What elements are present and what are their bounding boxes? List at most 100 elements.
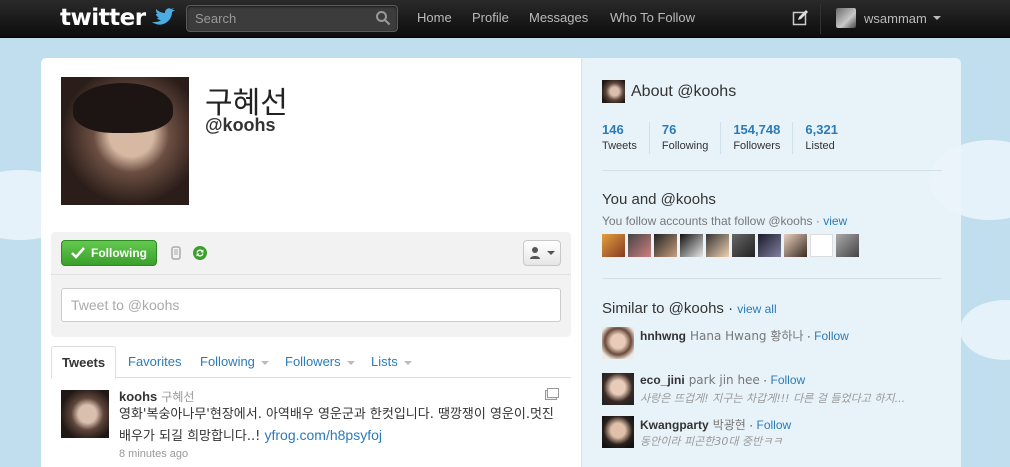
person-icon — [529, 247, 540, 259]
avatar — [602, 80, 625, 103]
you-and-title: You and @koohs — [602, 191, 716, 208]
top-navigation-bar: twitter Home Profile Messages Who To Fol… — [0, 0, 1010, 38]
following-button-label: Following — [91, 246, 147, 260]
stat-value: 76 — [661, 122, 677, 137]
about-header: About @koohs — [602, 80, 736, 103]
avatar[interactable] — [758, 234, 781, 257]
chevron-down-icon — [260, 360, 269, 365]
mutual-followers — [602, 234, 859, 257]
section-divider — [602, 278, 942, 279]
tab-followers-label: Followers — [285, 354, 341, 369]
stat-value: 146 — [602, 122, 624, 137]
similar-title-text: Similar to @koohs — [602, 300, 724, 317]
profile-tabs: Tweets Favorites Following Followers Lis… — [51, 346, 571, 379]
similar-user: Kwangparty 박광현 · Follow 동안이라 피곤한30대 중반ㅋㅋ — [602, 416, 952, 456]
tab-following[interactable]: Following — [200, 346, 269, 378]
profile-panel: 구혜선 @koohs Following Tweets Favorites — [41, 58, 581, 467]
stat-followers[interactable]: 154,748 Followers — [733, 122, 794, 154]
similar-username[interactable]: Kwangparty — [640, 418, 709, 432]
avatar[interactable] — [810, 234, 833, 257]
stat-following[interactable]: 76 Following — [661, 122, 722, 154]
about-title: About @koohs — [631, 82, 737, 100]
similar-username[interactable]: hnhwng — [640, 329, 686, 343]
similar-title: Similar to @koohs · view all — [602, 300, 777, 317]
you-and-view-link[interactable]: view — [823, 214, 847, 228]
avatar[interactable] — [836, 234, 859, 257]
compose-tweet-icon[interactable] — [792, 10, 808, 26]
tab-favorites[interactable]: Favorites — [128, 346, 181, 378]
stat-value: 154,748 — [733, 122, 781, 137]
stat-label: Tweets — [602, 140, 637, 152]
tab-lists[interactable]: Lists — [371, 346, 412, 378]
avatar[interactable] — [602, 416, 634, 448]
similar-user-line: Kwangparty 박광현 · Follow — [640, 418, 792, 432]
tab-following-label: Following — [200, 354, 255, 369]
logo-text: twitter — [60, 5, 146, 31]
avatar[interactable] — [602, 327, 634, 359]
avatar[interactable] — [602, 234, 625, 257]
avatar[interactable] — [680, 234, 703, 257]
avatar[interactable] — [784, 234, 807, 257]
avatar[interactable] — [602, 373, 634, 405]
tweet-timestamp[interactable]: 8 minutes ago — [119, 448, 188, 460]
similar-realname: park jin hee — [688, 373, 760, 387]
user-menu[interactable]: wsammam — [836, 8, 941, 28]
avatar[interactable] — [732, 234, 755, 257]
search-box — [186, 5, 398, 32]
section-divider — [602, 170, 942, 171]
similar-snippet: 사랑은 뜨겁게! 지구는 차갑게!!! 다른 걸 들었다고 하지... — [640, 392, 906, 405]
twitter-logo[interactable]: twitter — [60, 5, 176, 31]
search-icon[interactable] — [375, 10, 391, 26]
nav-who-to-follow[interactable]: Who To Follow — [610, 10, 695, 25]
you-and-subtitle: You follow accounts that follow @koohs ·… — [602, 214, 847, 228]
user-actions-button[interactable] — [523, 240, 561, 266]
similar-view-all-link[interactable]: view all — [737, 302, 776, 316]
similar-realname: Hana Hwang 황하나 — [689, 329, 804, 343]
profile-photo[interactable] — [61, 77, 189, 205]
similar-snippet: 동안이라 피곤한30대 중반ㅋㅋ — [640, 435, 783, 448]
tweet-text: 영화'복숭아나무'현장에서. 아역배우 영운군과 한컷입니다. 땡깡쟁이 영운이… — [119, 405, 559, 447]
device-updates-icon[interactable] — [169, 246, 183, 260]
search-input[interactable] — [187, 6, 367, 31]
chevron-down-icon — [403, 360, 412, 365]
avatar[interactable] — [654, 234, 677, 257]
avatar[interactable] — [628, 234, 651, 257]
actions-divider — [51, 274, 571, 275]
avatar[interactable] — [706, 234, 729, 257]
nav-messages[interactable]: Messages — [529, 10, 588, 25]
stat-label: Followers — [733, 140, 781, 152]
media-icon[interactable] — [545, 388, 559, 400]
tweet-realname: 구혜선 — [161, 390, 195, 404]
tab-favorites-label: Favorites — [128, 354, 182, 369]
tweet-item[interactable]: koohs 구혜선 영화'복숭아나무'현장에서. 아역배우 영운군과 한컷입니다.… — [51, 380, 571, 467]
tweet-username[interactable]: koohs — [119, 389, 157, 404]
tab-tweets[interactable]: Tweets — [51, 346, 117, 379]
similar-user: hnhwng Hana Hwang 황하나 · Follow — [602, 327, 952, 367]
you-and-subtitle-text: You follow accounts that follow @koohs · — [602, 214, 824, 228]
stat-tweets[interactable]: 146 Tweets — [602, 122, 650, 154]
stat-listed[interactable]: 6,321 Listed — [805, 122, 850, 154]
tab-followers[interactable]: Followers — [285, 346, 355, 378]
bird-icon — [151, 8, 175, 25]
stat-label: Listed — [805, 140, 835, 152]
avatar — [836, 8, 856, 28]
similar-user-line: hnhwng Hana Hwang 황하나 · Follow — [640, 329, 849, 343]
username-label: wsammam — [864, 10, 927, 26]
background-cloud — [960, 300, 1010, 360]
tweet-to-input[interactable] — [61, 288, 561, 322]
checkmark-icon — [71, 247, 85, 259]
tweet-link[interactable]: yfrog.com/h8psyfoj — [264, 427, 382, 443]
retweets-icon[interactable] — [193, 246, 207, 260]
similar-username[interactable]: eco_jini — [640, 373, 685, 387]
follow-link[interactable]: Follow — [771, 373, 806, 387]
nav-home[interactable]: Home — [417, 10, 452, 25]
follow-link[interactable]: Follow — [814, 329, 849, 343]
tweet-author[interactable]: koohs 구혜선 — [119, 388, 194, 405]
chevron-down-icon — [546, 251, 555, 255]
profile-actions: Following — [51, 232, 571, 337]
dashboard-panel: About @koohs 146 Tweets 76 Following 154… — [581, 58, 961, 467]
nav-profile[interactable]: Profile — [472, 10, 509, 25]
following-button[interactable]: Following — [61, 240, 157, 266]
avatar[interactable] — [61, 390, 109, 438]
follow-link[interactable]: Follow — [756, 418, 791, 432]
